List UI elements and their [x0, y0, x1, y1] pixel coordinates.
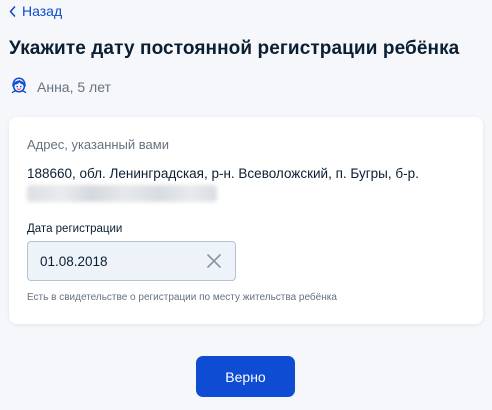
child-name: Анна, 5 лет [37, 79, 111, 95]
child-info: Анна, 5 лет [9, 76, 111, 98]
address-label: Адрес, указанный вами [27, 137, 169, 152]
chevron-left-icon [9, 5, 16, 17]
registration-date-value: 01.08.2018 [40, 254, 108, 269]
confirm-button[interactable]: Верно [196, 356, 295, 397]
registration-date-hint: Есть в свидетельстве о регистрации по ме… [27, 292, 337, 303]
redacted-address-line [27, 185, 217, 202]
page-title: Укажите дату постоянной регистрации ребё… [9, 38, 460, 59]
registration-date-input[interactable]: 01.08.2018 [27, 241, 236, 281]
child-face-icon [9, 75, 29, 100]
address-value: 188660, обл. Ленинградская, р-н. Всеволо… [27, 166, 419, 181]
back-link[interactable]: Назад [9, 2, 62, 20]
back-link-label: Назад [22, 3, 63, 19]
clear-date-button[interactable] [206, 253, 222, 269]
registration-date-label: Дата регистрации [27, 223, 123, 235]
close-icon [207, 254, 221, 268]
registration-card: Адрес, указанный вами 188660, обл. Ленин… [9, 117, 483, 324]
